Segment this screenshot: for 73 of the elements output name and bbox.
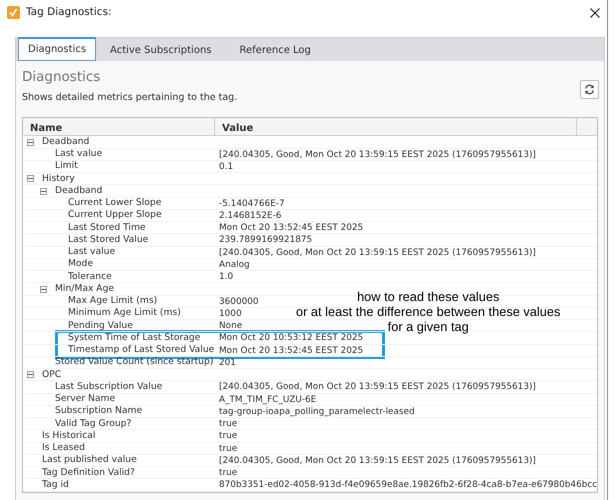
value-text: [240.04305, Good, Mon Oct 20 13:59:15 EEST 2025 (1760957955613)] — [219, 456, 536, 466]
tree-label: Last Stored Value — [68, 234, 148, 246]
tab[interactable]: Reference Log — [226, 39, 325, 61]
tree-label: Is Leased — [42, 442, 85, 454]
tree-label: Stored Value Count (since startup) — [55, 356, 214, 369]
annotation-text: how to read these values — [356, 289, 500, 304]
refresh-button[interactable] — [580, 80, 599, 99]
value-text: [240.04305, Good, Mon Oct 20 13:59:15 EEST 2025 (1760957955613)] — [219, 382, 536, 392]
refresh-icon — [584, 84, 595, 95]
annotation-text: for a given tag — [386, 319, 470, 334]
value-text: 239.7899169921875 — [219, 235, 312, 246]
value-text: true — [219, 468, 238, 478]
value-text: 870b3351-ed02-4058-913d-f4e09659e8ae.19826fb2-6f28-4ca8-b7ea-e67980b46bcc — [219, 480, 598, 490]
tree-label: History — [42, 172, 75, 185]
value-text: Mon Oct 20 13:52:45 EEST 2025 — [219, 346, 364, 356]
column-header: Name — [23, 118, 215, 136]
tree-label: Mode — [68, 258, 94, 271]
tree-label: Deadband — [42, 136, 90, 148]
value-text: 2.1468152E-6 — [219, 210, 282, 221]
tree-label: Last value — [55, 148, 102, 160]
value-text: 0.1 — [219, 162, 234, 172]
tree-label: Minimum Age Limit (ms) — [68, 307, 181, 320]
annotation-text: or at least the difference between these values — [296, 304, 560, 319]
value-text: 1000 — [219, 308, 242, 319]
tree-label: Current Lower Slope — [68, 197, 162, 210]
tree-label: Limit — [55, 160, 78, 173]
value-text: true — [219, 419, 238, 430]
value-text: 3600000 — [219, 296, 259, 307]
column-header: Value — [215, 118, 577, 136]
app-icon — [7, 6, 20, 19]
value-text: -5.1404766E-7 — [219, 198, 285, 209]
tree-label: OPC — [42, 368, 62, 381]
collapse-toggle[interactable] — [40, 286, 47, 293]
panel-description: Shows detailed metrics pertaining to the tag. — [22, 91, 238, 106]
collapse-toggle[interactable] — [40, 188, 47, 195]
tab[interactable]: Active Subscriptions — [96, 39, 226, 61]
tree-label: Max Age Limit (ms) — [68, 295, 158, 308]
value-text: true — [219, 444, 238, 454]
collapse-toggle[interactable] — [27, 371, 34, 378]
tree-label: Timestamp of Last Stored Value — [68, 344, 214, 356]
panel-heading: Diagnostics — [22, 69, 102, 86]
tree-label: Tolerance — [68, 270, 112, 283]
window-title: Tag Diagnostics: — [26, 4, 112, 20]
tree-label: Pending Value — [68, 320, 133, 332]
collapse-toggle[interactable] — [27, 175, 34, 182]
tree-label: Valid Tag Group? — [55, 418, 132, 430]
value-text: Mon Oct 20 10:53:12 EEST 2025 — [219, 333, 364, 344]
tree-label: Last Stored Time — [68, 222, 146, 234]
tree-label: Last value — [68, 246, 116, 258]
close-icon[interactable] — [590, 8, 600, 18]
value-text: Analog — [219, 260, 250, 270]
value-text: [240.04305, Good, Mon Oct 20 13:59:15 EEST 2025 (1760957955613)] — [219, 248, 536, 258]
tree-label: Server Name — [55, 393, 116, 406]
tree-label: Deadband — [55, 184, 102, 198]
tree-label: Last Subscription Value — [55, 380, 162, 394]
tree-label: Tag id — [42, 478, 69, 492]
value-text: true — [219, 431, 238, 442]
tree-label: Subscription Name — [55, 405, 142, 418]
value-text: 1.0 — [219, 272, 234, 282]
tree-label: Tag Definition Valid? — [42, 466, 135, 479]
tree-label: Last published value — [42, 454, 137, 467]
collapse-toggle[interactable] — [27, 138, 34, 146]
tree-label: Min/Max Age — [55, 282, 114, 296]
tab[interactable]: Diagnostics — [18, 37, 96, 61]
tree-label: System Time of Last Storage — [68, 332, 200, 344]
value-text: tag-group-ioapa_polling_paramelectr-leased — [219, 406, 415, 417]
value-text: None — [219, 321, 242, 332]
value-text: A_TM_TIM_FC_UZU-6E — [219, 394, 316, 405]
tree-label: Is Historical — [42, 430, 96, 442]
value-text: [240.04305, Good, Mon Oct 20 13:59:15 EEST 2025 (1760957955613)] — [219, 150, 536, 160]
value-text: Mon Oct 20 13:52:45 EEST 2025 — [219, 223, 364, 234]
value-text: 201 — [219, 358, 236, 368]
tree-label: Current Upper Slope — [68, 209, 162, 222]
